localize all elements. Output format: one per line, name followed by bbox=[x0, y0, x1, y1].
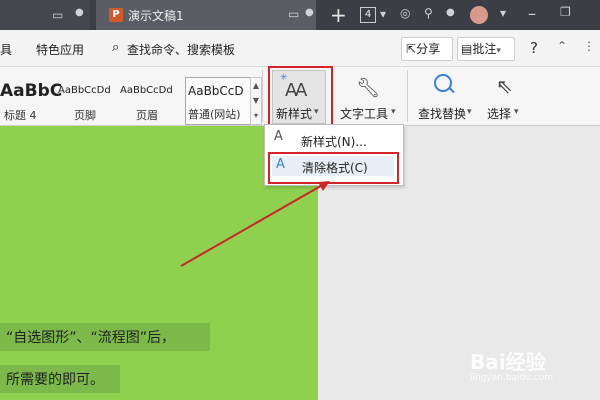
arrow-line bbox=[180, 182, 327, 267]
annotation-arrow bbox=[180, 181, 330, 267]
watermark-url: jingyan.baidu.com bbox=[470, 373, 554, 383]
watermark-brand: Bai经验 bbox=[470, 350, 546, 374]
